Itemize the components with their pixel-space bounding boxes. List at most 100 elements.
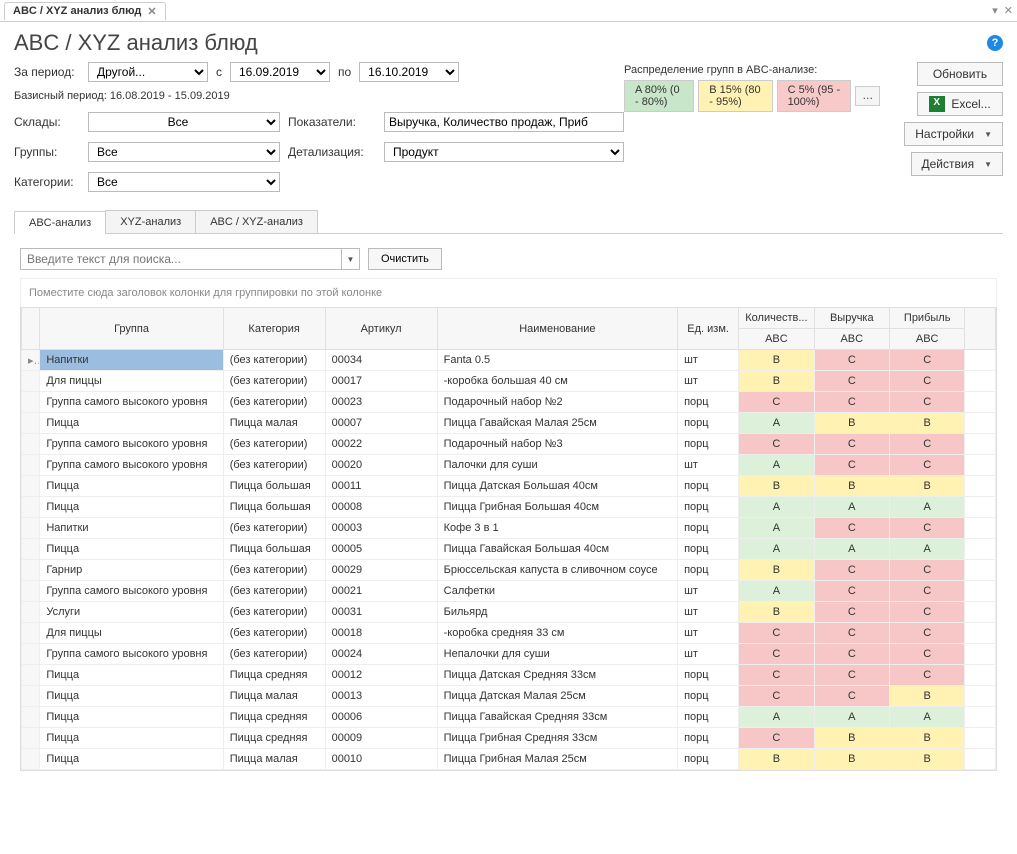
table-row[interactable]: Группа самого высокого уровня(без катего… bbox=[22, 455, 996, 476]
col-profit-abc[interactable]: ABC bbox=[889, 329, 964, 350]
cell-category: (без категории) bbox=[223, 623, 325, 644]
stores-label: Склады: bbox=[14, 115, 80, 129]
pin-icon[interactable]: ▾ bbox=[992, 4, 998, 17]
detail-label: Детализация: bbox=[288, 145, 376, 159]
excel-icon bbox=[929, 96, 945, 112]
dist-chip-c[interactable]: C 5% (95 - 100%) bbox=[777, 80, 852, 112]
clear-button[interactable]: Очистить bbox=[368, 248, 442, 270]
table-row[interactable]: ПиццаПицца малая00010Пицца Грибная Малая… bbox=[22, 749, 996, 770]
cell-category: (без категории) bbox=[223, 518, 325, 539]
row-handle bbox=[22, 539, 40, 560]
row-handle bbox=[22, 686, 40, 707]
cell-category: (без категории) bbox=[223, 392, 325, 413]
table-row[interactable]: Для пиццы(без категории)00017-коробка бо… bbox=[22, 371, 996, 392]
row-handle bbox=[22, 455, 40, 476]
table-row[interactable]: Гарнир(без категории)00029Брюссельская к… bbox=[22, 560, 996, 581]
table-row[interactable]: Группа самого высокого уровня(без катего… bbox=[22, 644, 996, 665]
close-icon[interactable]: ✕ bbox=[147, 5, 156, 18]
cell-abc-qty: A bbox=[739, 539, 814, 560]
cell-unit: шт bbox=[678, 602, 739, 623]
row-handle bbox=[22, 392, 40, 413]
dist-chip-b[interactable]: B 15% (80 - 95%) bbox=[698, 80, 772, 112]
cell-article: 00003 bbox=[325, 518, 437, 539]
col-category[interactable]: Категория bbox=[223, 308, 325, 350]
cell-abc-qty: A bbox=[739, 707, 814, 728]
metrics-input[interactable] bbox=[384, 112, 624, 132]
table-row[interactable]: Для пиццы(без категории)00018-коробка ср… bbox=[22, 623, 996, 644]
table-row[interactable]: ПиццаПицца большая00005Пицца Гавайская Б… bbox=[22, 539, 996, 560]
cell-group: Пицца bbox=[40, 665, 223, 686]
cell-article: 00021 bbox=[325, 581, 437, 602]
detail-select[interactable]: Продукт bbox=[384, 142, 624, 162]
cell-name: Пицца Датская Малая 25см bbox=[437, 686, 677, 707]
cell-unit: порц bbox=[678, 686, 739, 707]
table-row[interactable]: ПиццаПицца большая00011Пицца Датская Бол… bbox=[22, 476, 996, 497]
groups-select[interactable]: Все bbox=[88, 142, 280, 162]
excel-button[interactable]: Excel... bbox=[917, 92, 1003, 116]
update-button[interactable]: Обновить bbox=[917, 62, 1003, 86]
group-by-hint[interactable]: Поместите сюда заголовок колонки для гру… bbox=[20, 278, 997, 307]
table-row[interactable]: ▸Напитки(без категории)00034Fanta 0.5штB… bbox=[22, 350, 996, 371]
cell-article: 00010 bbox=[325, 749, 437, 770]
col-qty[interactable]: Количеств... bbox=[739, 308, 814, 329]
tab-abc[interactable]: ABC-анализ bbox=[14, 211, 106, 234]
tab-abc-xyz[interactable]: ABC / XYZ-анализ bbox=[195, 210, 318, 233]
col-qty-abc[interactable]: ABC bbox=[739, 329, 814, 350]
help-icon[interactable]: ? bbox=[987, 35, 1003, 51]
categories-label: Категории: bbox=[14, 175, 80, 189]
date-from[interactable]: 16.09.2019 bbox=[230, 62, 330, 82]
col-profit[interactable]: Прибыль bbox=[889, 308, 964, 329]
dist-more[interactable]: … bbox=[855, 86, 880, 106]
table-row[interactable]: Услуги(без категории)00031БильярдштBCC bbox=[22, 602, 996, 623]
cell-abc-rev: A bbox=[814, 707, 889, 728]
cell-abc-profit: C bbox=[889, 644, 964, 665]
table-row[interactable]: Группа самого высокого уровня(без катего… bbox=[22, 392, 996, 413]
to-label: по bbox=[338, 65, 351, 79]
settings-button[interactable]: Настройки bbox=[904, 122, 1003, 146]
dist-chip-a[interactable]: A 80% (0 - 80%) bbox=[624, 80, 694, 112]
cell-group: Группа самого высокого уровня bbox=[40, 392, 223, 413]
row-handle bbox=[22, 413, 40, 434]
cell-name: -коробка большая 40 см bbox=[437, 371, 677, 392]
col-revenue[interactable]: Выручка bbox=[814, 308, 889, 329]
cell-group: Пицца bbox=[40, 686, 223, 707]
cell-category: Пицца средняя bbox=[223, 665, 325, 686]
cell-abc-qty: C bbox=[739, 434, 814, 455]
row-handle bbox=[22, 707, 40, 728]
cell-abc-rev: C bbox=[814, 581, 889, 602]
categories-select[interactable]: Все bbox=[88, 172, 280, 192]
table-row[interactable]: Группа самого высокого уровня(без катего… bbox=[22, 434, 996, 455]
table-row[interactable]: Группа самого высокого уровня(без катего… bbox=[22, 581, 996, 602]
cell-abc-profit: B bbox=[889, 413, 964, 434]
tab-xyz[interactable]: XYZ-анализ bbox=[105, 210, 196, 233]
cell-article: 00031 bbox=[325, 602, 437, 623]
table-row[interactable]: ПиццаПицца большая00008Пицца Грибная Бол… bbox=[22, 497, 996, 518]
table-row[interactable]: ПиццаПицца средняя00012Пицца Датская Сре… bbox=[22, 665, 996, 686]
search-dropdown-icon[interactable]: ▼ bbox=[341, 249, 359, 269]
period-label: За период: bbox=[14, 65, 80, 79]
cell-abc-rev: B bbox=[814, 413, 889, 434]
table-row[interactable]: ПиццаПицца средняя00006Пицца Гавайская С… bbox=[22, 707, 996, 728]
col-unit[interactable]: Ед. изм. bbox=[678, 308, 739, 350]
close-window-icon[interactable]: ✕ bbox=[1004, 4, 1013, 17]
stores-select[interactable]: Все bbox=[88, 112, 280, 132]
col-article[interactable]: Артикул bbox=[325, 308, 437, 350]
col-rev-abc[interactable]: ABC bbox=[814, 329, 889, 350]
window-tab-title: ABC / XYZ анализ блюд bbox=[13, 5, 141, 17]
window-tab[interactable]: ABC / XYZ анализ блюд ✕ bbox=[4, 2, 166, 20]
cell-unit: порц bbox=[678, 749, 739, 770]
cell-unit: шт bbox=[678, 350, 739, 371]
actions-button[interactable]: Действия bbox=[911, 152, 1004, 176]
period-select[interactable]: Другой... bbox=[88, 62, 208, 82]
table-row[interactable]: ПиццаПицца малая00013Пицца Датская Малая… bbox=[22, 686, 996, 707]
cell-category: (без категории) bbox=[223, 371, 325, 392]
cell-article: 00011 bbox=[325, 476, 437, 497]
table-row[interactable]: Напитки(без категории)00003Кофе 3 в 1пор… bbox=[22, 518, 996, 539]
col-group[interactable]: Группа bbox=[40, 308, 223, 350]
col-name[interactable]: Наименование bbox=[437, 308, 677, 350]
table-row[interactable]: ПиццаПицца малая00007Пицца Гавайская Мал… bbox=[22, 413, 996, 434]
cell-abc-rev: C bbox=[814, 350, 889, 371]
search-input[interactable] bbox=[21, 249, 341, 269]
table-row[interactable]: ПиццаПицца средняя00009Пицца Грибная Сре… bbox=[22, 728, 996, 749]
date-to[interactable]: 16.10.2019 bbox=[359, 62, 459, 82]
